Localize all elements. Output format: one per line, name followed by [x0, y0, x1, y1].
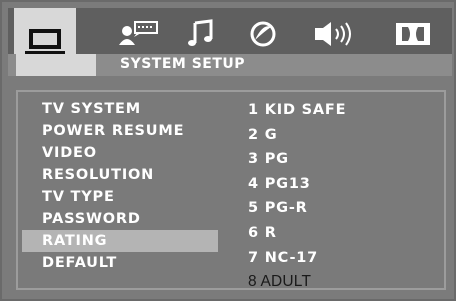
option-r[interactable]: 6 R — [248, 221, 438, 246]
settings-panel: TV SYSTEM POWER RESUME VIDEO RESOLUTION … — [16, 90, 446, 290]
icon-tab-bar — [8, 8, 452, 76]
tab-video[interactable] — [232, 8, 294, 60]
menu-item-power-resume[interactable]: POWER RESUME — [18, 120, 218, 142]
speaker-icon — [311, 19, 359, 49]
circle-slash-icon — [245, 19, 281, 49]
section-title-bar: SYSTEM SETUP — [8, 54, 452, 76]
tab-language[interactable] — [108, 8, 170, 60]
option-adult[interactable]: 8 ADULT — [248, 270, 438, 295]
menu-item-rating[interactable]: RATING — [22, 230, 218, 252]
option-pg-r[interactable]: 5 PG-R — [248, 196, 438, 221]
option-nc-17[interactable]: 7 NC-17 — [248, 246, 438, 271]
option-kid-safe[interactable]: 1 KID SAFE — [248, 98, 438, 123]
option-g[interactable]: 2 G — [248, 123, 438, 148]
option-pg[interactable]: 3 PG — [248, 147, 438, 172]
menu-item-tv-type[interactable]: TV TYPE — [18, 186, 218, 208]
menu-item-video[interactable]: VIDEO — [18, 142, 218, 164]
menu-item-default[interactable]: DEFAULT — [18, 252, 218, 274]
tab-speaker[interactable] — [304, 8, 366, 60]
menu-item-tv-system[interactable]: TV SYSTEM — [18, 98, 218, 120]
active-tab-indicator — [16, 54, 96, 76]
user-speech-icon — [117, 19, 161, 49]
menu-item-resolution[interactable]: RESOLUTION — [18, 164, 218, 186]
music-note-icon — [183, 19, 219, 49]
rating-options: 1 KID SAFE 2 G 3 PG 4 PG13 5 PG-R 6 R 7 … — [248, 98, 438, 295]
page-title: SYSTEM SETUP — [120, 56, 246, 72]
menu-item-password[interactable]: PASSWORD — [18, 208, 218, 230]
monitor-icon — [23, 27, 67, 57]
tab-audio[interactable] — [170, 8, 232, 60]
option-pg13[interactable]: 4 PG13 — [248, 172, 438, 197]
setup-window: SYSTEM SETUP TV SYSTEM POWER RESUME VIDE… — [0, 0, 456, 301]
tab-dolby[interactable] — [382, 8, 444, 60]
dolby-icon — [393, 19, 433, 49]
settings-menu: TV SYSTEM POWER RESUME VIDEO RESOLUTION … — [18, 98, 218, 274]
